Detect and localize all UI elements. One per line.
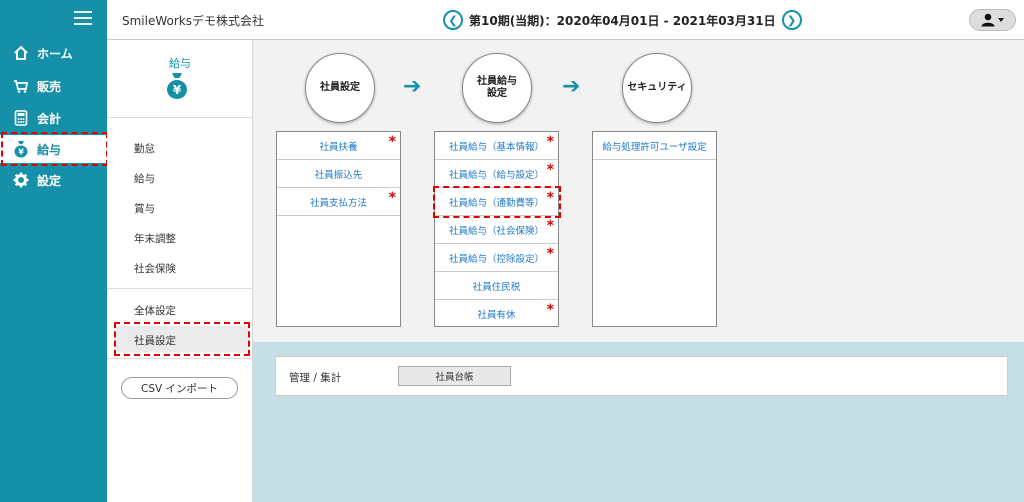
required-mark: * — [546, 162, 554, 178]
nav-item-accounting[interactable]: 会計 — [0, 104, 107, 132]
link-paid-leave[interactable]: 社員有休 * — [435, 300, 558, 328]
required-mark: * — [546, 134, 554, 150]
step-security: セキュリティ — [622, 53, 692, 123]
required-mark: * — [388, 134, 396, 150]
chevron-right-icon[interactable]: ❯ — [781, 10, 802, 30]
main-content: 社員設定 ➔ 社員給与 設定 ➔ セキュリティ 社員扶養 * 社員振込先 社員支… — [253, 40, 1024, 502]
link-salary-pay-settings[interactable]: 社員給与（給与設定） * — [435, 160, 558, 188]
cart-icon — [12, 77, 30, 95]
csv-import-button[interactable]: CSV インポート — [121, 377, 238, 399]
svg-text:¥: ¥ — [173, 83, 182, 97]
link-label: 社員給与（給与設定） — [448, 169, 544, 181]
money-bag-icon: ¥ — [165, 72, 189, 103]
nav-item-settings[interactable]: 設定 — [0, 166, 107, 194]
company-name: SmileWorksデモ株式会社 — [122, 14, 264, 28]
period-selector: ❮ 第10期(当期)：2020年04月01日 - 2021年03月31日 ❯ — [443, 10, 802, 30]
required-mark: * — [546, 246, 554, 262]
nav-item-home[interactable]: ホーム — [0, 39, 107, 67]
link-label: 社員振込先 — [314, 169, 363, 181]
management-label: 管理 / 集計 — [289, 372, 342, 384]
link-label: 社員有休 — [477, 310, 516, 321]
step-employee-settings: 社員設定 — [305, 53, 375, 123]
submenu-item-attendance[interactable]: 勤怠 — [134, 141, 155, 156]
header: SmileWorksデモ株式会社 ❮ 第10期(当期)：2020年04月01日 … — [107, 0, 1024, 40]
arrow-right-icon: ➔ — [562, 74, 581, 99]
link-label: 社員給与（基本情報） — [448, 141, 544, 153]
link-salary-deductions[interactable]: 社員給与（控除設定） * — [435, 244, 558, 272]
gear-icon — [12, 171, 30, 189]
link-salary-social-insurance[interactable]: 社員給与（社会保険） * — [435, 216, 558, 244]
link-label: 給与処理許可ユーザ設定 — [602, 141, 707, 153]
submenu-item-social-insurance[interactable]: 社会保険 — [134, 261, 176, 276]
link-label: 社員扶養 — [319, 141, 358, 153]
employee-salary-card: 社員給与（基本情報） * 社員給与（給与設定） * 社員給与（通勤費等） * 社… — [434, 131, 559, 327]
money-bag-icon: ¥ — [12, 140, 30, 158]
submenu-item-salary[interactable]: 給与 — [134, 171, 155, 186]
link-employee-payment-method[interactable]: 社員支払方法 * — [277, 188, 400, 216]
left-nav: ホーム 販売 会計 ¥ 給与 設定 — [0, 0, 107, 502]
link-salary-basic-info[interactable]: 社員給与（基本情報） * — [435, 132, 558, 160]
divider — [107, 117, 253, 118]
nav-item-label: 販売 — [37, 79, 62, 94]
payroll-submenu: 給与 ¥ 勤怠 給与 賞与 年末調整 社会保険 全体設定 社員設定 CSV イン… — [107, 40, 253, 502]
link-label: 社員給与（社会保険） — [448, 225, 544, 237]
divider — [107, 358, 253, 359]
step-employee-salary-settings: 社員給与 設定 — [462, 53, 532, 123]
nav-item-label: 設定 — [37, 173, 62, 188]
submenu-item-employee-settings[interactable]: 社員設定 — [134, 333, 176, 348]
link-resident-tax[interactable]: 社員住民税 — [435, 272, 558, 300]
link-employee-bank-account[interactable]: 社員振込先 — [277, 160, 400, 188]
home-icon — [12, 44, 30, 62]
required-mark: * — [546, 302, 554, 318]
nav-item-label: ホーム — [37, 46, 73, 61]
link-label: 社員給与（通勤費等） — [448, 197, 544, 209]
link-salary-commute[interactable]: 社員給与（通勤費等） * — [435, 188, 558, 216]
submenu-item-general-settings[interactable]: 全体設定 — [134, 303, 176, 318]
svg-text:¥: ¥ — [18, 148, 24, 157]
step-label: 社員設定 — [320, 82, 360, 93]
nav-item-label: 会計 — [37, 111, 62, 126]
step-label: 設定 — [487, 88, 507, 99]
security-card: 給与処理許可ユーザ設定 — [592, 131, 717, 327]
divider — [107, 288, 253, 289]
link-payroll-permission-users[interactable]: 給与処理許可ユーザ設定 — [593, 132, 716, 160]
required-mark: * — [546, 218, 554, 234]
nav-item-label: 給与 — [37, 142, 62, 157]
step-label: 社員給与 — [477, 76, 517, 87]
employee-ledger-button[interactable]: 社員台帳 — [398, 366, 511, 386]
submenu-title: 給与 — [169, 57, 191, 70]
nav-item-payroll[interactable]: ¥ 給与 — [0, 135, 107, 163]
link-employee-dependents[interactable]: 社員扶養 * — [277, 132, 400, 160]
fiscal-period: 第10期(当期)：2020年04月01日 - 2021年03月31日 — [469, 13, 776, 28]
link-label: 社員給与（控除設定） — [448, 253, 544, 265]
chevron-left-icon[interactable]: ❮ — [443, 10, 463, 30]
hamburger-menu-icon[interactable] — [74, 11, 92, 25]
link-label: 社員住民税 — [472, 281, 521, 293]
link-label: 社員支払方法 — [309, 197, 367, 209]
user-icon — [981, 13, 1004, 27]
submenu-item-year-end[interactable]: 年末調整 — [134, 231, 176, 246]
employee-settings-card: 社員扶養 * 社員振込先 社員支払方法 * — [276, 131, 401, 327]
arrow-right-icon: ➔ — [403, 74, 422, 99]
user-menu-button[interactable] — [969, 9, 1016, 31]
required-mark: * — [546, 190, 554, 206]
step-label: セキュリティ — [627, 82, 687, 93]
calculator-icon — [12, 109, 30, 127]
management-panel: 管理 / 集計 社員台帳 — [275, 356, 1008, 396]
submenu-item-bonus[interactable]: 賞与 — [134, 201, 155, 216]
required-mark: * — [388, 190, 396, 206]
nav-item-sales[interactable]: 販売 — [0, 72, 107, 100]
